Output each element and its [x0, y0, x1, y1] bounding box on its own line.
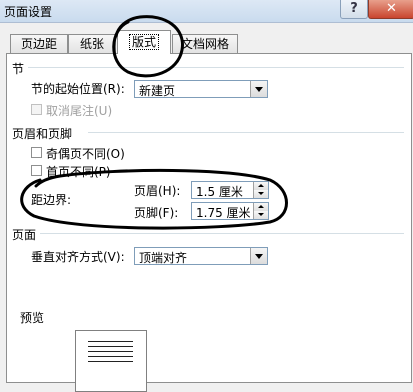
vertical-align-value: 顶端对齐	[139, 251, 188, 265]
preview-line	[88, 361, 133, 362]
spinner-buttons[interactable]	[253, 182, 268, 198]
page-group: 页面	[12, 226, 404, 243]
suppress-endnotes-label: 取消尾注(U)	[46, 104, 113, 118]
header-distance-label: 页眉(H):	[134, 184, 181, 198]
preview-page-thumbnail	[75, 330, 147, 392]
header-distance-spinner[interactable]: 1.5 厘米	[191, 181, 269, 199]
section-group: 节	[12, 60, 404, 77]
suppress-endnotes-checkbox[interactable]	[31, 104, 42, 115]
vertical-align-select[interactable]: 顶端对齐	[134, 247, 268, 265]
spin-down-icon[interactable]	[254, 211, 268, 219]
section-start-select[interactable]: 新建页	[134, 80, 268, 98]
odd-even-checkbox[interactable]	[31, 147, 42, 158]
vertical-align-label: 垂直对齐方式(V):	[31, 250, 125, 264]
divider	[88, 132, 404, 133]
footer-distance-value: 1.75 厘米	[196, 206, 251, 220]
footer-distance-label: 页脚(F):	[134, 206, 179, 220]
chevron-down-icon[interactable]	[250, 81, 267, 97]
divider	[28, 67, 404, 68]
preview-line	[88, 341, 133, 342]
preview-line	[88, 346, 133, 347]
preview-line	[88, 351, 133, 352]
preview-heading: 预览	[20, 311, 45, 325]
spinner-buttons[interactable]	[253, 203, 268, 219]
odd-even-label: 奇偶页不同(O)	[46, 147, 125, 161]
first-page-label: 首页不同(P)	[46, 165, 111, 179]
headers-footers-group: 页眉和页脚	[12, 125, 404, 142]
header-distance-value: 1.5 厘米	[196, 185, 243, 199]
section-start-label: 节的起始位置(R):	[31, 82, 125, 96]
footer-distance-spinner[interactable]: 1.75 厘米	[191, 202, 269, 220]
page-heading: 页面	[12, 228, 37, 242]
headers-footers-heading: 页眉和页脚	[12, 127, 73, 141]
distance-label: 距边界:	[31, 193, 72, 207]
chevron-down-icon[interactable]	[250, 248, 267, 264]
divider	[40, 233, 404, 234]
section-start-value: 新建页	[139, 84, 176, 98]
section-heading: 节	[12, 62, 25, 76]
spin-down-icon[interactable]	[254, 190, 268, 198]
preview-line	[88, 356, 133, 357]
first-page-checkbox[interactable]	[31, 165, 42, 176]
